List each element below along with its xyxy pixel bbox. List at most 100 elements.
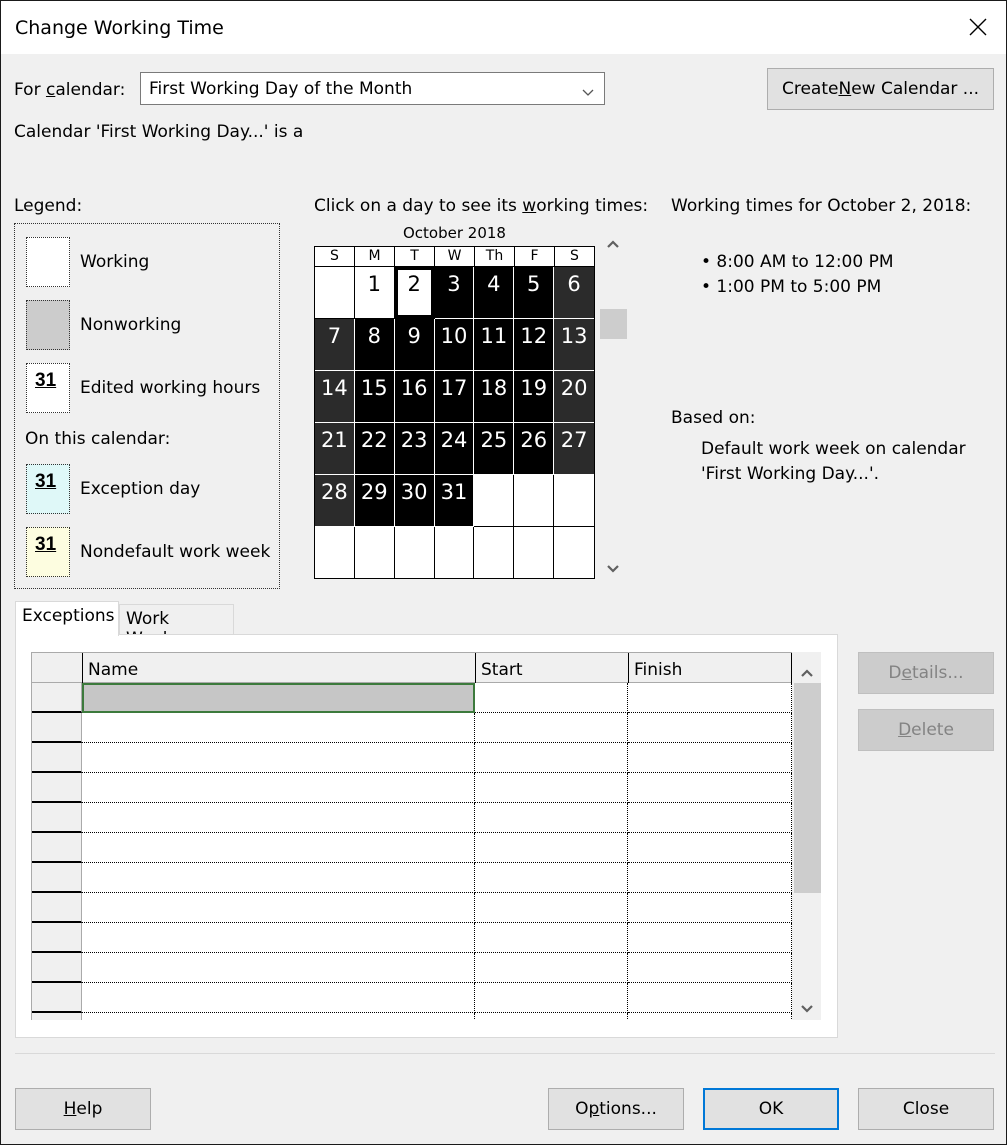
column-header-name[interactable]: Name [82,653,475,683]
cell-start[interactable] [475,923,628,953]
calendar-scroll-thumb[interactable] [600,309,627,339]
chevron-up-icon[interactable] [606,234,620,254]
table-scroll-thumb[interactable] [794,683,821,893]
cell-finish[interactable] [628,713,792,743]
calendar-day[interactable]: 26 [514,423,555,475]
cell-start[interactable] [475,683,628,713]
cell-start[interactable] [475,773,628,803]
calendar-day[interactable]: 14 [315,371,355,423]
ok-button[interactable]: OK [703,1088,839,1130]
cell-name[interactable] [82,953,475,983]
options-button[interactable]: Op tions... [548,1088,684,1130]
calendar-day[interactable]: 15 [354,371,395,423]
cell-finish[interactable] [628,1013,792,1020]
calendar-day[interactable]: 11 [474,319,515,371]
cell-finish[interactable] [628,803,792,833]
cell-name[interactable] [82,743,475,773]
create-new-calendar-button[interactable]: Create New Calendar ... [767,68,994,110]
cell-start[interactable] [475,803,628,833]
calendar-select[interactable]: First Working Day of the Month [140,72,605,105]
calendar-day[interactable]: 3 [434,267,475,319]
calendar-day[interactable]: 2 [394,267,435,319]
calendar-day[interactable]: 9 [394,319,435,371]
cell-name[interactable] [82,1013,475,1020]
cell-finish[interactable] [628,683,792,713]
tab-exceptions[interactable]: Exceptions [15,601,119,636]
row-header[interactable] [32,923,82,953]
calendar-day[interactable]: 20 [554,371,594,423]
cell-finish[interactable] [628,953,792,983]
calendar-day[interactable]: 5 [514,267,555,319]
calendar-day[interactable]: 19 [514,371,555,423]
row-header[interactable] [32,683,82,713]
calendar-day[interactable]: 31 [434,475,475,527]
calendar-scrollbar[interactable] [598,226,628,581]
calendar-day[interactable]: 6 [554,267,594,319]
cell-finish[interactable] [628,743,792,773]
cell-start[interactable] [475,743,628,773]
cell-name[interactable] [82,893,475,923]
row-header[interactable] [32,953,82,983]
calendar-day[interactable]: 7 [315,319,355,371]
row-header[interactable] [32,803,82,833]
row-header[interactable] [32,983,82,1013]
column-header-start[interactable]: Start [475,653,628,683]
calendar-day[interactable]: 13 [554,319,594,371]
column-header-finish[interactable]: Finish [628,653,792,683]
row-header[interactable] [32,833,82,863]
cell-start[interactable] [475,1013,628,1020]
tab-work-weeks[interactable]: Work Weeks [119,604,234,649]
calendar-day[interactable]: 8 [354,319,395,371]
row-header[interactable] [32,893,82,923]
calendar-day[interactable]: 24 [434,423,475,475]
chevron-down-icon[interactable] [800,999,814,1019]
cell-finish[interactable] [628,893,792,923]
calendar-day[interactable]: 30 [394,475,435,527]
cell-start[interactable] [475,893,628,923]
calendar-day[interactable]: 16 [394,371,435,423]
cell-start[interactable] [475,713,628,743]
calendar-day[interactable]: 23 [394,423,435,475]
cell-finish[interactable] [628,983,792,1013]
calendar-day[interactable]: 29 [354,475,395,527]
calendar-day[interactable]: 18 [474,371,515,423]
cell-finish[interactable] [628,863,792,893]
cell-name[interactable] [82,833,475,863]
calendar-day[interactable]: 17 [434,371,475,423]
cell-name[interactable] [82,773,475,803]
close-x-icon[interactable] [960,9,996,45]
cell-name[interactable] [82,713,475,743]
cell-start[interactable] [475,863,628,893]
row-header[interactable] [32,773,82,803]
row-header[interactable] [32,743,82,773]
cell-name[interactable] [82,803,475,833]
chevron-down-icon[interactable] [606,559,620,579]
cell-finish[interactable] [628,833,792,863]
calendar-day[interactable]: 21 [315,423,355,475]
cell-start[interactable] [475,953,628,983]
chevron-up-icon[interactable] [800,663,814,683]
details-button[interactable]: De tails... [858,652,994,694]
calendar-day[interactable]: 28 [315,475,355,527]
cell-start[interactable] [475,833,628,863]
cell-name[interactable] [82,983,475,1013]
row-header[interactable] [32,713,82,743]
close-button[interactable]: Close [858,1088,994,1130]
row-header[interactable] [32,863,82,893]
calendar-day[interactable]: 10 [434,319,475,371]
row-header[interactable] [32,1013,82,1020]
cell-finish[interactable] [628,923,792,953]
calendar-day[interactable]: 4 [474,267,515,319]
cell-name[interactable] [82,923,475,953]
table-scrollbar[interactable] [792,652,821,1020]
calendar-day[interactable]: 27 [554,423,594,475]
cell-name[interactable] [82,683,475,713]
help-button[interactable]: Help [15,1088,151,1130]
calendar-day[interactable]: 22 [354,423,395,475]
cell-start[interactable] [475,983,628,1013]
delete-button[interactable]: Delete [858,709,994,751]
cell-finish[interactable] [628,773,792,803]
calendar-day[interactable]: 12 [514,319,555,371]
calendar-day[interactable]: 25 [474,423,515,475]
calendar-day[interactable]: 1 [354,267,395,319]
